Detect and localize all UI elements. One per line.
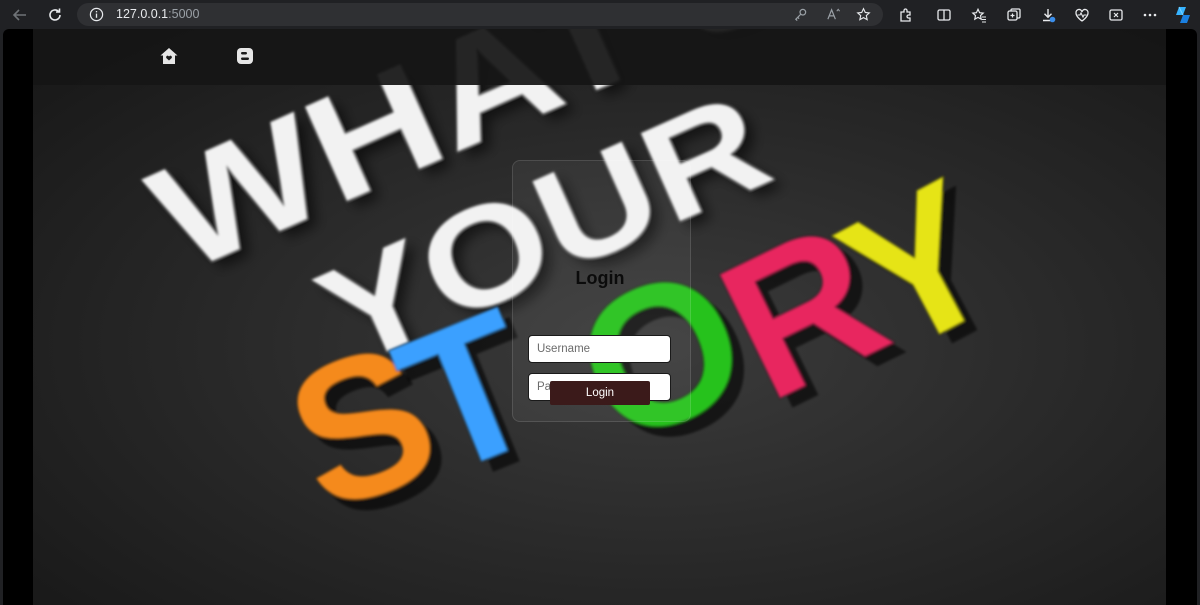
top-navbar <box>33 29 1166 85</box>
settings-more-icon[interactable] <box>1139 4 1161 26</box>
read-aloud-icon[interactable] <box>826 7 841 27</box>
copilot-icon[interactable] <box>1172 4 1194 26</box>
screenshot-icon[interactable] <box>1105 4 1127 26</box>
back-icon[interactable] <box>9 4 31 26</box>
refresh-icon[interactable] <box>44 4 66 26</box>
split-screen-icon[interactable] <box>933 4 955 26</box>
downloads-icon[interactable] <box>1037 4 1059 26</box>
blogger-icon[interactable] <box>234 45 256 67</box>
url-host: 127.0.0.1 <box>116 7 169 21</box>
favorites-icon[interactable] <box>968 4 990 26</box>
favorite-star-icon[interactable] <box>856 7 871 27</box>
browser-toolbar: 127.0.0.1:5000 <box>0 0 1200 29</box>
login-button[interactable]: Login <box>550 381 650 405</box>
key-icon[interactable] <box>793 7 808 27</box>
address-bar[interactable]: 127.0.0.1:5000 <box>77 3 883 26</box>
url-port: :5000 <box>168 7 200 21</box>
extensions-icon[interactable] <box>895 4 917 26</box>
url-text: 127.0.0.1:5000 <box>116 7 199 21</box>
collections-icon[interactable] <box>1003 4 1025 26</box>
info-icon[interactable] <box>89 7 104 27</box>
username-input[interactable] <box>528 335 671 363</box>
login-title: Login <box>575 268 625 288</box>
home-icon[interactable] <box>158 45 180 67</box>
browser-essentials-icon[interactable] <box>1071 4 1093 26</box>
